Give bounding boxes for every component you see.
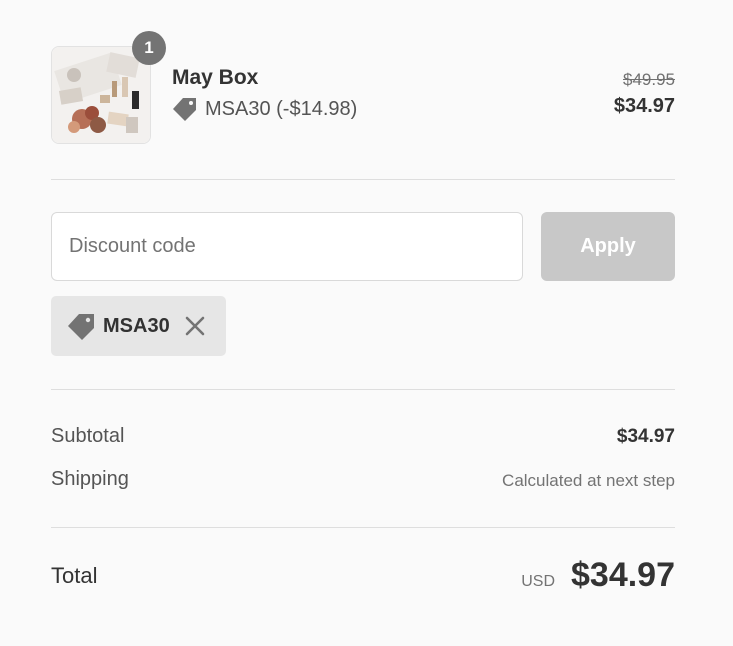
tag-icon (172, 97, 198, 121)
subtotal-value: $34.97 (616, 426, 675, 447)
product-thumbnail (51, 46, 151, 144)
total-value: $34.97 (571, 556, 675, 594)
product-thumbnail-wrapper: 1 (51, 31, 166, 144)
subtotal-label: Subtotal (51, 425, 125, 447)
applied-discount-code: MSA30 (103, 314, 170, 337)
shipping-label: Shipping (51, 468, 129, 490)
total-currency: USD (521, 573, 555, 590)
tag-icon (67, 313, 96, 340)
close-icon[interactable] (185, 316, 205, 336)
original-price: $49.95 (623, 70, 675, 89)
product-photo (52, 47, 150, 143)
total-label: Total (51, 563, 98, 588)
product-discount: MSA30 (-$14.98) (172, 97, 357, 121)
divider (51, 527, 675, 528)
quantity-badge: 1 (132, 31, 166, 65)
total-amount: USD $34.97 (521, 556, 675, 595)
applied-discount-chip: MSA30 (51, 296, 226, 356)
discount-code-input[interactable] (51, 212, 523, 281)
product-discount-label: MSA30 (-$14.98) (205, 97, 358, 120)
divider (51, 179, 675, 180)
line-item: 1 May Box MSA30 (-$14.98) $49.95 $34.97 (51, 31, 675, 144)
divider (51, 389, 675, 390)
product-price: $34.97 (613, 95, 675, 117)
product-name: May Box (172, 66, 259, 89)
apply-button[interactable]: Apply (541, 212, 675, 281)
shipping-value: Calculated at next step (502, 471, 675, 490)
